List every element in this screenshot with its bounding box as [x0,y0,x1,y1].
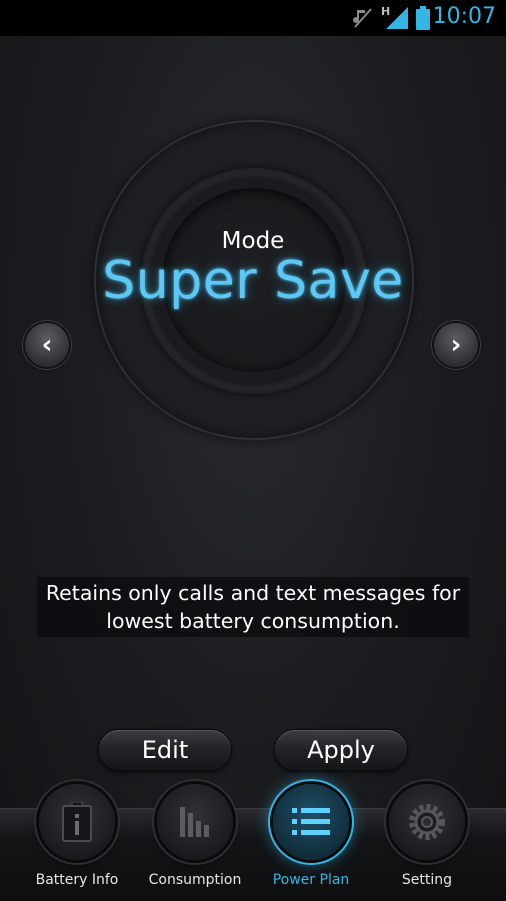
nav-power-plan-circle [273,784,349,860]
gear-icon [409,804,445,840]
apply-button[interactable]: Apply [275,730,407,770]
clock: 10:07 [432,4,496,29]
edit-button[interactable]: Edit [99,730,231,770]
nav-setting[interactable]: Setting [377,784,477,900]
nav-setting-circle [389,784,465,860]
nav-power-plan[interactable]: Power Plan [261,784,361,900]
nav-label-power-plan: Power Plan [272,872,350,888]
nav-consumption-circle [157,784,233,860]
nav-consumption[interactable]: Consumption [145,784,245,900]
nav-label-consumption: Consumption [148,872,242,888]
signal-icon [386,7,408,29]
chevron-right-icon: › [450,330,462,360]
next-mode-button[interactable]: › [434,323,478,367]
bar-chart-icon [180,807,209,837]
mode-description: Retains only calls and text messages for… [37,577,469,637]
nav-battery-info-circle [39,784,115,860]
chevron-left-icon: ‹ [41,330,53,360]
nav-label-battery-info: Battery Info [35,872,119,888]
list-icon [292,808,330,835]
mode-name: Super Save [102,251,404,311]
nav-battery-info[interactable]: Battery Info [27,784,127,900]
battery-icon [416,6,430,30]
status-bar: H 10:07 [0,0,506,36]
nav-label-setting: Setting [401,872,453,888]
battery-info-icon [62,802,92,842]
previous-mode-button[interactable]: ‹ [25,323,69,367]
mute-icon [353,8,372,28]
